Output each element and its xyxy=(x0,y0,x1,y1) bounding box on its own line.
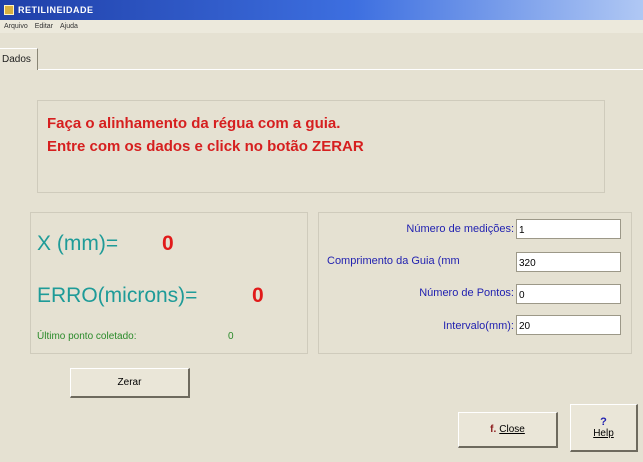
last-point-label: Último ponto coletado: xyxy=(37,331,137,342)
menu-editar[interactable]: Editar xyxy=(35,23,53,30)
window-title: RETILINEIDADE xyxy=(18,5,94,15)
num-medicoes-input[interactable] xyxy=(516,219,621,239)
close-button-label: Close xyxy=(499,424,525,435)
close-icon: f. xyxy=(490,424,497,435)
num-pontos-label: Número de Pontos: xyxy=(419,287,514,299)
instruction-line-2: Entre com os dados e click no botão ZERA… xyxy=(47,138,364,155)
menu-ajuda[interactable]: Ajuda xyxy=(60,23,78,30)
erro-label: ERRO(microns)= xyxy=(37,284,198,307)
help-icon: ? xyxy=(600,415,607,428)
erro-value: 0 xyxy=(252,284,264,307)
intervalo-input[interactable] xyxy=(516,315,621,335)
close-button[interactable]: f. Close xyxy=(458,412,558,448)
title-bar: RETILINEIDADE xyxy=(0,0,643,20)
help-button[interactable]: ? Help xyxy=(570,404,638,452)
app-icon xyxy=(4,5,14,15)
comprimento-guia-input[interactable] xyxy=(516,252,621,272)
x-value: 0 xyxy=(162,232,174,255)
tab-dados[interactable]: Dados xyxy=(0,48,38,70)
num-pontos-input[interactable] xyxy=(516,284,621,304)
last-point-value: 0 xyxy=(228,331,234,342)
num-medicoes-label: Número de medições: xyxy=(406,223,514,235)
instruction-line-1: Faça o alinhamento da régua com a guia. xyxy=(47,115,341,132)
x-label: X (mm)= xyxy=(37,232,119,255)
intervalo-label: Intervalo(mm): xyxy=(443,320,514,332)
menu-bar: Arquivo Editar Ajuda xyxy=(0,20,643,33)
help-button-label: Help xyxy=(593,427,614,439)
menu-arquivo[interactable]: Arquivo xyxy=(4,23,28,30)
comprimento-guia-label: Comprimento da Guia (mm xyxy=(327,255,460,267)
zerar-button[interactable]: Zerar xyxy=(70,368,190,398)
zerar-button-label: Zerar xyxy=(117,377,142,388)
